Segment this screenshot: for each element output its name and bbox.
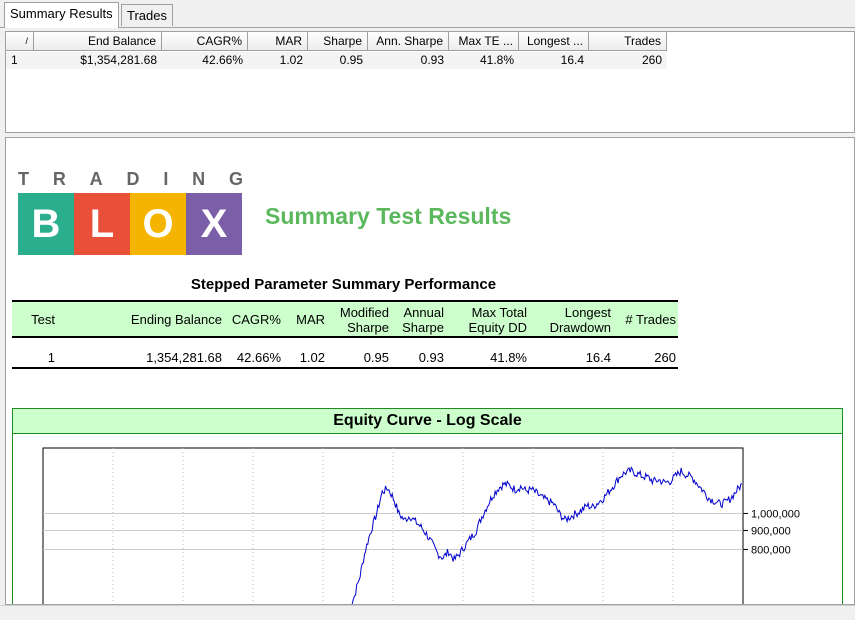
col-longest-drawdown-line: Longest bbox=[564, 305, 611, 320]
table-row[interactable]: 1 $1,354,281.68 42.66% 1.02 0.95 0.93 41… bbox=[6, 52, 667, 69]
col-longest-drawdown-line: Drawdown bbox=[549, 320, 611, 335]
grid-cell-cagr: 42.66% bbox=[202, 53, 243, 67]
cell-cagr: 42.66% bbox=[236, 350, 281, 365]
cell-mar: 1.02 bbox=[299, 350, 325, 365]
col-modified-sharpe-line: Modified bbox=[339, 305, 389, 320]
tab-summary-results[interactable]: Summary Results bbox=[4, 2, 119, 28]
grid-header-ann-sharpe[interactable]: Ann. Sharpe bbox=[368, 32, 449, 51]
grid-cell-id: 1 bbox=[11, 53, 18, 67]
col-modified-sharpe-line: Sharpe bbox=[347, 320, 389, 335]
col-annual-sharpe: Annual Sharpe bbox=[392, 305, 444, 335]
cell-test: 1 bbox=[47, 350, 55, 365]
col-annual-sharpe-line: Sharpe bbox=[402, 320, 444, 335]
results-grid[interactable]: / End Balance CAGR% MAR Sharpe Ann. Shar… bbox=[5, 31, 855, 133]
cell-annual-sharpe: 0.93 bbox=[418, 350, 444, 365]
col-cagr: CAGR% bbox=[227, 312, 281, 327]
equity-curve-chart: Equity Curve - Log Scale 1,000,000 900,00… bbox=[12, 408, 843, 604]
cell-trades: 260 bbox=[654, 350, 676, 365]
grid-cell-longest: 16.4 bbox=[560, 53, 584, 67]
cell-longest-drawdown: 16.4 bbox=[585, 350, 611, 365]
col-test-line: Test bbox=[31, 312, 55, 327]
grid-header-sort[interactable]: / bbox=[6, 32, 34, 51]
col-max-total-equity-dd: Max Total Equity DD bbox=[452, 305, 527, 335]
col-longest-drawdown: Longest Drawdown bbox=[532, 305, 611, 335]
cell-modified-sharpe: 0.95 bbox=[363, 350, 389, 365]
col-mar-line: MAR bbox=[296, 312, 325, 327]
logo-letter: A bbox=[89, 169, 103, 189]
col-cagr-line: CAGR% bbox=[231, 312, 281, 327]
logo-block-o: O bbox=[130, 193, 186, 255]
logo-block-l: L bbox=[74, 193, 130, 255]
status-bar bbox=[0, 605, 855, 620]
col-max-total-equity-dd-line: Equity DD bbox=[468, 320, 527, 335]
col-modified-sharpe: Modified Sharpe bbox=[330, 305, 389, 335]
table-row: 1 1,354,281.68 42.66% 1.02 0.95 0.93 41.… bbox=[12, 342, 678, 369]
plot-frame bbox=[42, 447, 744, 604]
cell-max-total-equity-dd: 41.8% bbox=[490, 350, 527, 365]
grid-cell-end-balance: $1,354,281.68 bbox=[80, 53, 157, 67]
table-title: Stepped Parameter Summary Performance bbox=[190, 276, 497, 293]
tab-bar: Summary Results Trades bbox=[0, 0, 855, 28]
grid-cell-max-te: 41.8% bbox=[479, 53, 514, 67]
col-test: Test bbox=[12, 312, 55, 327]
report-panel[interactable]: T R A D I N G B L O X Summary Test Resul… bbox=[5, 137, 855, 605]
col-max-total-equity-dd-line: Max Total bbox=[471, 305, 527, 320]
col-ending-balance: Ending Balance bbox=[92, 312, 222, 327]
col-ending-balance-line: Ending Balance bbox=[130, 312, 222, 327]
grid-header-max-te[interactable]: Max TE ... bbox=[449, 32, 519, 51]
performance-table-header: Test Ending Balance CAGR% MAR Modified Sh… bbox=[12, 300, 678, 338]
y-tick-label: 800,000 bbox=[751, 544, 791, 556]
grid-header-end-balance[interactable]: End Balance bbox=[34, 32, 162, 51]
grid-header-trades[interactable]: Trades bbox=[589, 32, 667, 51]
grid-cell-sharpe: 0.95 bbox=[339, 53, 363, 67]
y-tick-label: 1,000,000 bbox=[751, 508, 800, 520]
chart-title: Equity Curve - Log Scale bbox=[13, 409, 842, 434]
grid-header-longest[interactable]: Longest ... bbox=[519, 32, 589, 51]
col-annual-sharpe-line: Annual bbox=[403, 305, 444, 320]
grid-header-sharpe[interactable]: Sharpe bbox=[308, 32, 368, 51]
tab-trades[interactable]: Trades bbox=[121, 4, 173, 26]
grid-cell-mar: 1.02 bbox=[279, 53, 303, 67]
logo-letter: N bbox=[192, 169, 206, 189]
tab-divider bbox=[0, 27, 855, 28]
grid-cell-trades: 260 bbox=[641, 53, 662, 67]
logo-letter: T bbox=[18, 169, 29, 189]
cell-ending-balance: 1,354,281.68 bbox=[146, 350, 222, 365]
logo-block-b: B bbox=[18, 193, 74, 255]
logo-letter: I bbox=[163, 169, 169, 189]
equity-curve-plot: 1,000,000 900,000 800,000 bbox=[42, 447, 800, 604]
logo-letter: R bbox=[52, 169, 66, 189]
col-mar: MAR bbox=[287, 312, 325, 327]
logo-letter: D bbox=[126, 169, 140, 189]
page-title: Summary Test Results bbox=[265, 203, 512, 229]
grid-header-mar[interactable]: MAR bbox=[248, 32, 308, 51]
logo-block-x: X bbox=[186, 193, 242, 255]
col-trades-line: # Trades bbox=[625, 312, 676, 327]
logo-wordmark: T R A D I N G bbox=[18, 169, 243, 190]
grid-header-row: / End Balance CAGR% MAR Sharpe Ann. Shar… bbox=[6, 32, 667, 52]
col-trades: # Trades bbox=[617, 312, 676, 327]
logo-letter: G bbox=[228, 169, 243, 189]
y-tick-label: 900,000 bbox=[751, 525, 791, 537]
grid-header-cagr[interactable]: CAGR% bbox=[162, 32, 248, 51]
grid-cell-ann-sharpe: 0.93 bbox=[420, 53, 444, 67]
